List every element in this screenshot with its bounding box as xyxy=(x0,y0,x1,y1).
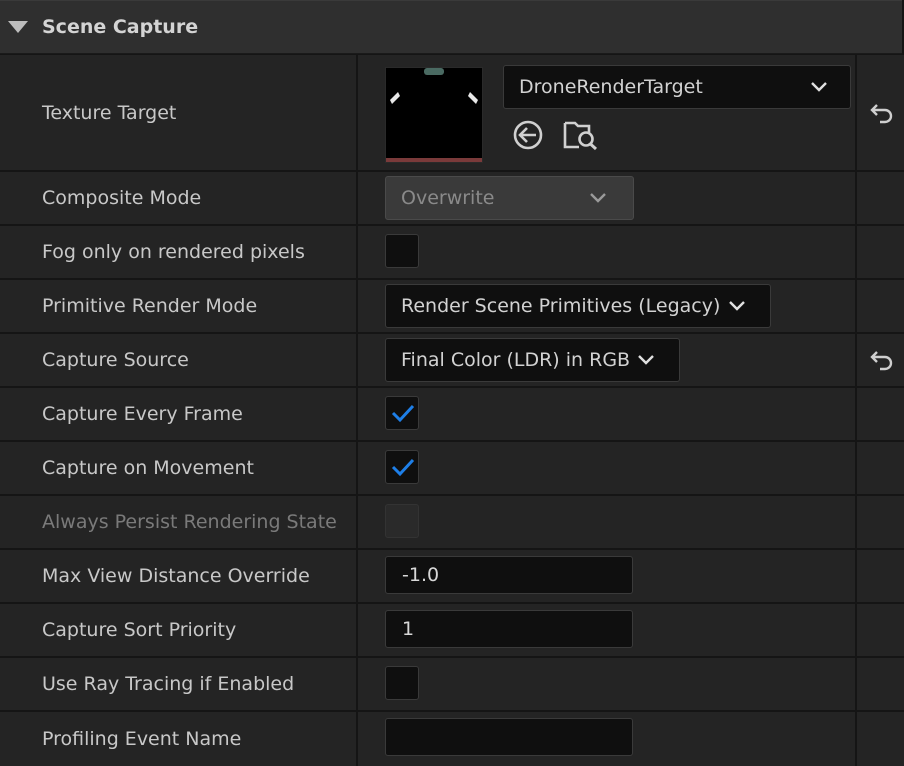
row-primitive-render-mode: Primitive Render Mode Render Scene Primi… xyxy=(0,280,904,334)
profiling-event-name-label: Profiling Event Name xyxy=(42,728,242,750)
use-selected-asset-icon[interactable] xyxy=(512,119,544,151)
row-capture-every-frame: Capture Every Frame xyxy=(0,388,904,442)
checkmark-icon xyxy=(391,404,415,423)
row-always-persist: Always Persist Rendering State xyxy=(0,496,904,550)
texture-target-dropdown[interactable]: DroneRenderTarget xyxy=(503,65,851,109)
texture-target-value: DroneRenderTarget xyxy=(519,76,703,98)
texture-target-label: Texture Target xyxy=(42,101,177,124)
row-profiling-event-name: Profiling Event Name xyxy=(0,712,904,766)
capture-sort-priority-input[interactable]: 1 xyxy=(385,610,633,648)
capture-on-movement-checkbox[interactable] xyxy=(385,450,419,484)
composite-mode-dropdown[interactable]: Overwrite xyxy=(385,176,634,220)
row-ray-tracing: Use Ray Tracing if Enabled xyxy=(0,658,904,712)
max-view-distance-label: Max View Distance Override xyxy=(42,565,310,587)
composite-mode-value: Overwrite xyxy=(401,187,495,209)
profiling-event-name-input[interactable] xyxy=(385,718,633,756)
always-persist-label: Always Persist Rendering State xyxy=(42,511,337,533)
primitive-render-mode-label: Primitive Render Mode xyxy=(42,295,258,317)
row-fog-only: Fog only on rendered pixels xyxy=(0,226,904,280)
checkmark-icon xyxy=(391,458,415,477)
capture-every-frame-label: Capture Every Frame xyxy=(42,403,243,425)
capture-sort-priority-value: 1 xyxy=(402,618,415,640)
capture-source-value: Final Color (LDR) in RGB xyxy=(401,349,631,371)
capture-on-movement-label: Capture on Movement xyxy=(42,457,254,479)
chevron-down-icon xyxy=(590,193,606,203)
capture-source-label: Capture Source xyxy=(42,349,189,371)
fog-only-checkbox[interactable] xyxy=(385,234,419,268)
section-header-scene-capture[interactable]: Scene Capture xyxy=(0,0,902,54)
composite-mode-label: Composite Mode xyxy=(42,187,202,209)
ray-tracing-checkbox[interactable] xyxy=(385,666,419,700)
row-composite-mode: Composite Mode Overwrite xyxy=(0,172,904,226)
reset-to-default-icon[interactable] xyxy=(869,102,895,124)
row-capture-on-movement: Capture on Movement xyxy=(0,442,904,496)
capture-every-frame-checkbox[interactable] xyxy=(385,396,419,430)
row-max-view-distance: Max View Distance Override -1.0 xyxy=(0,550,904,604)
capture-source-dropdown[interactable]: Final Color (LDR) in RGB xyxy=(385,338,680,382)
chevron-down-icon xyxy=(638,355,654,365)
section-title: Scene Capture xyxy=(42,16,199,38)
max-view-distance-value: -1.0 xyxy=(402,564,440,586)
chevron-down-icon xyxy=(729,301,745,311)
primitive-render-mode-dropdown[interactable]: Render Scene Primitives (Legacy) xyxy=(385,284,771,328)
row-capture-sort-priority: Capture Sort Priority 1 xyxy=(0,604,904,658)
row-texture-target: Texture Target DroneRenderTarget xyxy=(0,55,904,172)
primitive-render-mode-value: Render Scene Primitives (Legacy) xyxy=(401,295,721,317)
ray-tracing-label: Use Ray Tracing if Enabled xyxy=(42,673,295,695)
always-persist-checkbox[interactable] xyxy=(385,504,419,538)
collapse-triangle-icon[interactable] xyxy=(8,21,28,33)
capture-sort-priority-label: Capture Sort Priority xyxy=(42,619,237,641)
texture-thumbnail[interactable] xyxy=(385,67,483,163)
chevron-down-icon xyxy=(811,82,827,92)
row-capture-source: Capture Source Final Color (LDR) in RGB xyxy=(0,334,904,388)
fog-only-label: Fog only on rendered pixels xyxy=(42,241,305,263)
reset-to-default-icon[interactable] xyxy=(869,349,895,371)
max-view-distance-input[interactable]: -1.0 xyxy=(385,556,633,594)
browse-asset-icon[interactable] xyxy=(563,117,599,151)
